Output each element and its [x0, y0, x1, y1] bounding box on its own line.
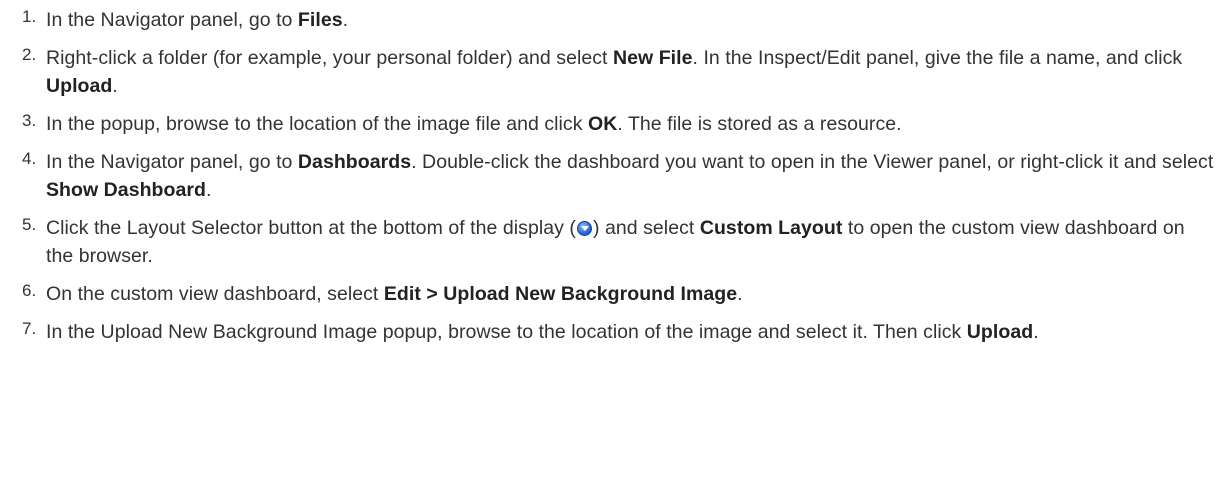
step-3: 3. In the popup, browse to the location … — [0, 110, 1220, 138]
step-number: 1. — [22, 7, 37, 26]
step-7: 7. In the Upload New Background Image po… — [0, 318, 1220, 346]
step-4: 4. In the Navigator panel, go to Dashboa… — [0, 148, 1220, 204]
step-number: 3. — [22, 111, 37, 130]
step-text: . — [342, 9, 349, 31]
step-text: . — [205, 179, 212, 201]
ui-term-upload: Upload — [966, 321, 1034, 343]
step-text: In the Navigator panel, go to — [46, 9, 298, 31]
step-text: . The file is stored as a resource. — [617, 113, 902, 135]
ui-term-new-file: New File — [613, 47, 693, 69]
step-text: . Double-click the dashboard you want to… — [411, 151, 1214, 173]
step-number: 7. — [22, 319, 37, 338]
ui-term-dashboards: Dashboards — [297, 151, 412, 173]
ui-term-custom-layout: Custom Layout — [699, 217, 843, 239]
step-1: 1. In the Navigator panel, go to Files. — [0, 6, 1220, 34]
step-text: Right-click a folder (for example, your … — [46, 47, 613, 69]
step-number: 2. — [22, 45, 37, 64]
step-text: . — [737, 283, 743, 305]
ui-term-files: Files — [297, 9, 343, 31]
step-text: ) and select — [592, 217, 700, 239]
ui-term-edit-upload-background: Edit > Upload New Background Image — [383, 283, 738, 305]
step-text: In the Navigator panel, go to — [46, 151, 298, 173]
ui-term-upload: Upload — [46, 75, 113, 97]
step-text: Click the Layout Selector button at the … — [46, 217, 576, 239]
step-number: 6. — [22, 281, 37, 300]
step-text: . — [1033, 321, 1039, 343]
ui-term-ok: OK — [588, 113, 618, 135]
step-5: 5. Click the Layout Selector button at t… — [0, 214, 1220, 270]
step-text: On the custom view dashboard, select — [46, 283, 384, 305]
step-number: 4. — [22, 149, 37, 168]
step-number: 5. — [22, 215, 37, 234]
step-2: 2. Right-click a folder (for example, yo… — [0, 44, 1220, 100]
step-text: . In the Inspect/Edit panel, give the fi… — [692, 47, 1183, 69]
layout-selector-icon — [576, 221, 592, 236]
step-text: In the Upload New Background Image popup… — [46, 321, 967, 343]
step-6: 6. On the custom view dashboard, select … — [0, 280, 1220, 308]
step-text: In the popup, browse to the location of … — [46, 113, 588, 135]
ui-term-show-dashboard: Show Dashboard — [46, 179, 206, 201]
instruction-steps: 1. In the Navigator panel, go to Files . … — [0, 0, 1220, 346]
step-text: . — [112, 75, 118, 97]
